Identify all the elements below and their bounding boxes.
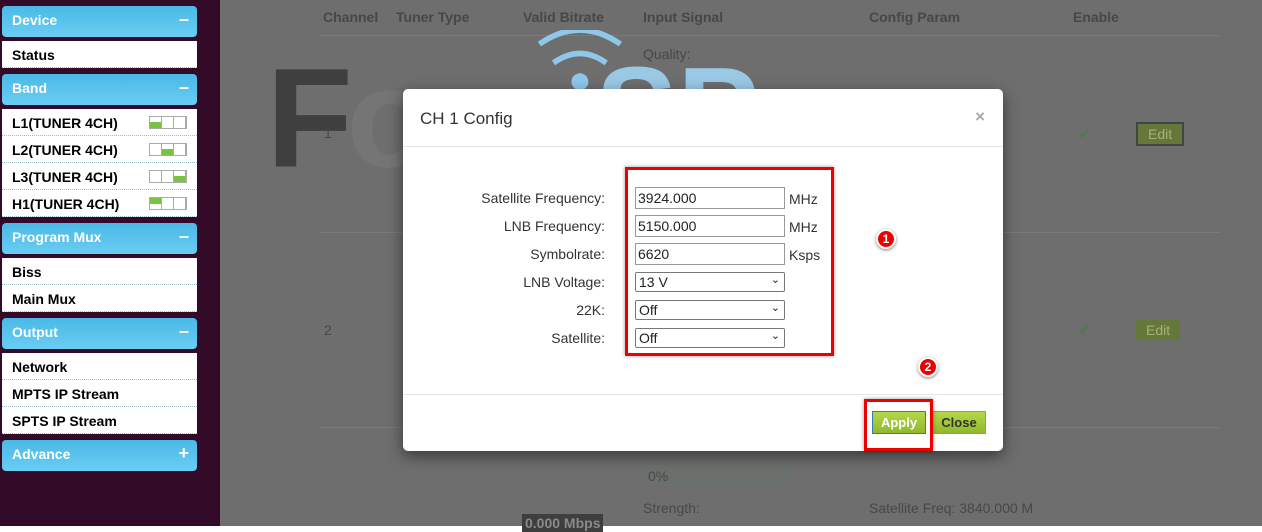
sidebar-item-status[interactable]: Status [2,41,197,68]
bitrate-badge: 0.000 Mbps [522,514,604,532]
sidebar-header-program-mux[interactable]: Program Mux – [2,223,197,254]
col-header: Valid Bitrate [523,9,604,25]
sidebar-item-h1[interactable]: H1(TUNER 4CH) [2,190,197,217]
sidebar-item-spts[interactable]: SPTS IP Stream [2,407,197,434]
col-header: Enable [1073,9,1119,25]
section-title: Program Mux [12,229,102,245]
highlight-box-apply [864,399,933,451]
close-icon[interactable]: × [975,107,985,127]
close-button[interactable]: Close [932,411,986,434]
sidebar-item-biss[interactable]: Biss [2,258,197,285]
item-label: L1(TUNER 4CH) [12,115,118,131]
sidebar: Device – Status Band – L1(TUNER 4CH) L2(TU… [0,0,220,526]
dialog-title: CH 1 Config [420,109,513,128]
strength-label: Strength: [643,500,700,516]
lnb-voltage-label: LNB Voltage: [523,274,605,290]
col-header: Tuner Type [396,9,470,25]
check-icon: ✔ [1078,322,1092,339]
highlight-box-fields [625,167,834,356]
satellite-frequency-label: Satellite Frequency: [481,190,605,206]
edit-button[interactable]: Edit [1136,320,1181,340]
quality-label: Quality: [643,46,691,62]
22k-label: 22K: [576,302,605,318]
sidebar-item-l2[interactable]: L2(TUNER 4CH) [2,136,197,163]
channel-indicator-icon [149,143,187,156]
channel-indicator-icon [149,170,187,183]
item-label: L2(TUNER 4CH) [12,142,118,158]
channel-number: 1 [324,125,332,141]
section-title: Device [12,12,58,28]
expand-icon[interactable]: + [178,443,189,464]
sidebar-header-band[interactable]: Band – [2,74,197,105]
sidebar-header-device[interactable]: Device – [2,6,197,37]
sat-freq-text: Satellite Freq: 3840.000 M [869,500,1034,516]
sidebar-header-advance[interactable]: Advance + [2,440,197,471]
col-header: Input Signal [643,9,724,25]
col-header: Channel [323,9,379,25]
sidebar-item-main-mux[interactable]: Main Mux [2,285,197,312]
collapse-icon[interactable]: – [179,226,189,247]
check-icon: ✔ [1078,126,1092,143]
sidebar-item-l1[interactable]: L1(TUNER 4CH) [2,109,197,136]
collapse-icon[interactable]: – [179,9,189,30]
collapse-icon[interactable]: – [179,321,189,342]
step-marker-2: 2 [918,357,938,377]
channel-indicator-icon [149,197,187,210]
channel-number: 2 [324,322,332,338]
section-title: Output [12,324,58,340]
sidebar-item-l3[interactable]: L3(TUNER 4CH) [2,163,197,190]
step-marker-1: 1 [876,229,896,249]
progress-bar: 0% [642,466,792,486]
symbolrate-label: Symbolrate: [530,246,605,262]
satellite-label: Satellite: [551,330,605,346]
edit-button[interactable]: Edit [1136,122,1185,146]
sidebar-item-network[interactable]: Network [2,353,197,380]
item-label: L3(TUNER 4CH) [12,169,118,185]
ch-config-dialog: CH 1 Config × Satellite Frequency: MHz L… [403,89,1003,451]
collapse-icon[interactable]: – [179,77,189,98]
sidebar-item-mpts[interactable]: MPTS IP Stream [2,380,197,407]
section-title: Advance [12,446,71,462]
channel-indicator-icon [149,116,187,129]
section-title: Band [12,80,47,96]
col-header: Config Param [869,9,961,25]
item-label: H1(TUNER 4CH) [12,196,120,212]
sidebar-header-output[interactable]: Output – [2,318,197,349]
lnb-frequency-label: LNB Frequency: [503,218,605,234]
